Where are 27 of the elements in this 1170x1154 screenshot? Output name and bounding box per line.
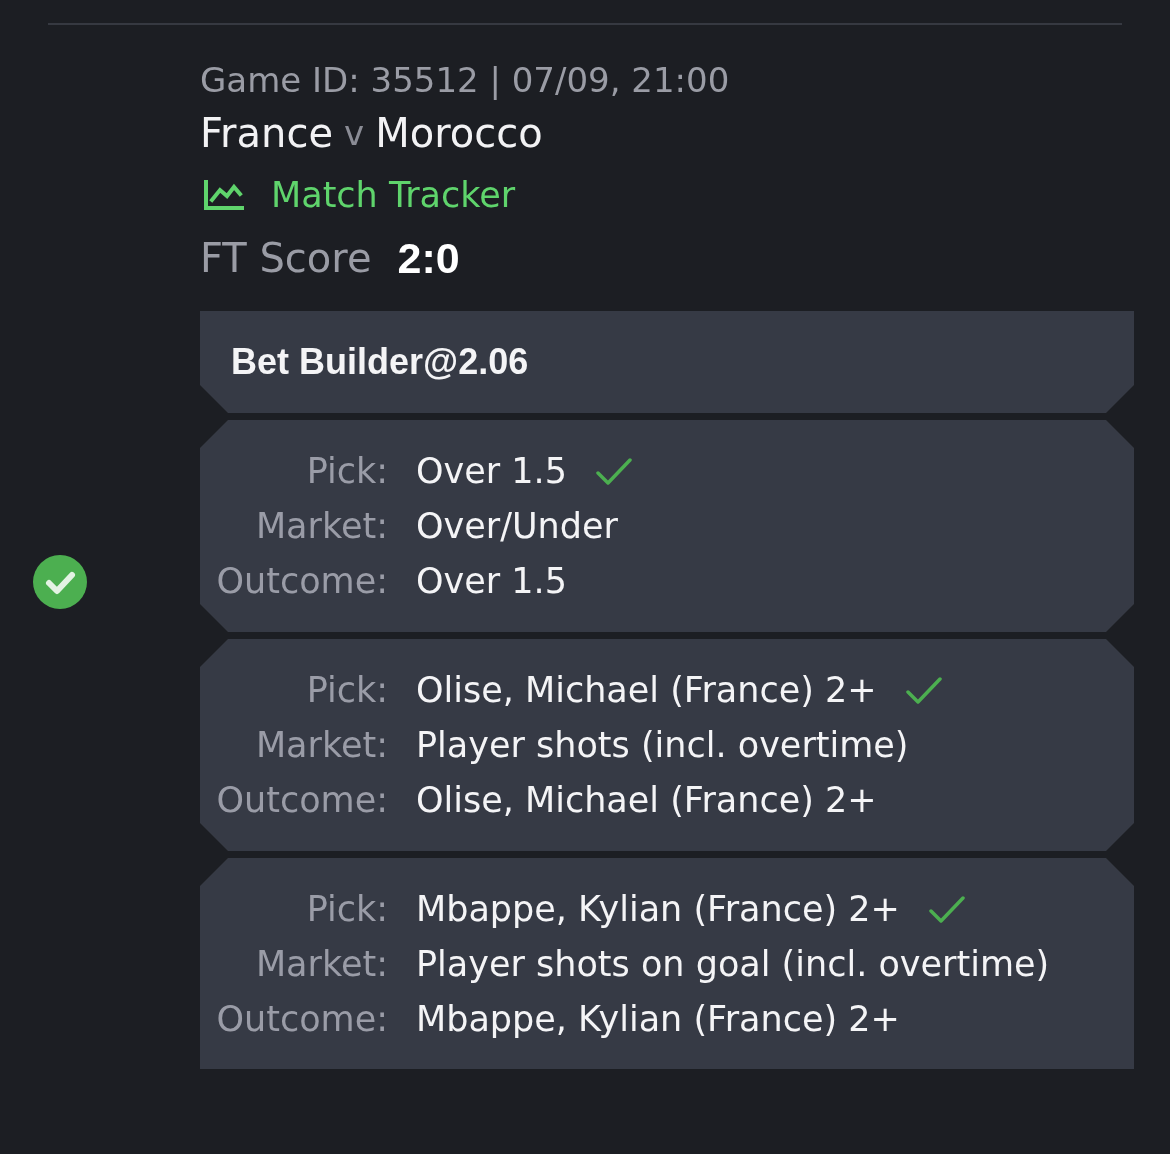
game-info-text: Game ID: 35512 | 07/09, 21:00	[200, 60, 730, 100]
field-value: Over 1.5	[416, 450, 567, 494]
field-value: Player shots (incl. overtime)	[416, 724, 909, 768]
field-label: Pick:	[306, 450, 388, 494]
field-value: Olise, Michael (France) 2+	[416, 779, 877, 823]
field-label: Outcome:	[216, 998, 388, 1042]
score-value: 2:0	[397, 232, 460, 284]
field-label: Outcome:	[216, 560, 388, 604]
field-value: Mbappe, Kylian (France) 2+	[416, 888, 900, 932]
field-value: Mbappe, Kylian (France) 2+	[416, 998, 900, 1042]
field-label: Outcome:	[216, 779, 388, 823]
bet-type-title: Bet Builder@2.06	[231, 340, 529, 384]
field-value: Player shots on goal (incl. overtime)	[416, 943, 1050, 987]
field-label: Pick:	[306, 888, 388, 932]
field-label: Pick:	[306, 669, 388, 713]
field-label: Market:	[255, 943, 388, 987]
field-value: Over 1.5	[416, 560, 567, 604]
line-chart-icon	[204, 180, 244, 210]
away-team-name: Morocco	[375, 109, 543, 158]
score-label: FT Score	[200, 234, 372, 283]
field-value: Olise, Michael (France) 2+	[416, 669, 877, 713]
field-label: Market:	[255, 505, 388, 549]
home-team-name: France	[200, 109, 333, 158]
match-tracker-link[interactable]: Match Tracker	[200, 168, 516, 222]
field-label: Market:	[255, 724, 388, 768]
versus-label: v	[344, 112, 365, 155]
field-value: Over/Under	[416, 505, 618, 549]
